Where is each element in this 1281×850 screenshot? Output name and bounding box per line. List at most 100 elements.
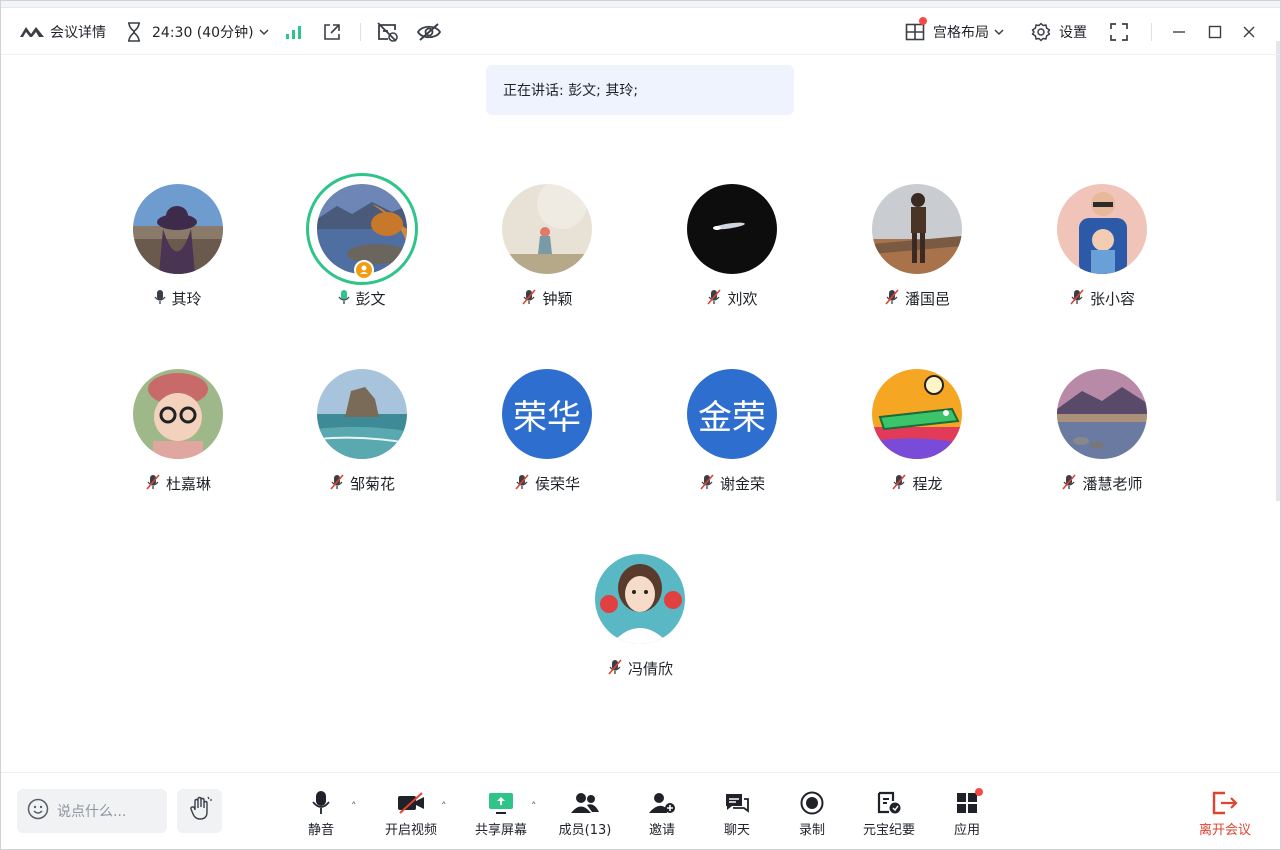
participant-tile[interactable]: 潘国邑 [826,184,1006,334]
avatar [872,184,962,274]
record-label: 录制 [798,823,825,838]
meeting-details-label: 会议详情 [50,25,106,41]
minimize-icon[interactable] [1171,21,1187,43]
participant-name: 刘欢 [641,288,823,309]
participant-tile[interactable]: 杜嘉琳 [87,369,267,519]
avatar-initials: 金荣 [687,369,777,459]
participant-tile[interactable]: 刘欢 [641,184,821,334]
participant-tile[interactable]: 潘慧老师 [1011,369,1191,519]
annotation-off-icon[interactable] [376,21,400,43]
meeting-toolbar: 说点什么... 静音 ˄ 开启视频 ˄ 共享屏幕 ˄ 成员(13) 邀请 聊天 … [1,772,1280,849]
participant-name: 张小容 [1011,288,1193,309]
host-badge-icon [354,260,374,280]
participant-name: 潘慧老师 [1011,473,1193,494]
timer-text: 24:30 (40分钟) [152,25,254,41]
participant-name: 彭文 [271,288,453,309]
participant-tile[interactable]: 荣华 侯荣华 [456,369,636,519]
participant-tile[interactable]: 钟颖 [456,184,636,334]
background-window-edge [1276,41,1280,501]
title-bar: 会议详情 24:30 (40分钟) 宫格布局 设置 [1,9,1280,55]
layout-label: 宫格布局 [933,25,989,41]
chat-button[interactable]: 聊天 [722,789,752,839]
chevron-down-icon [994,28,1004,36]
chevron-down-icon [259,28,269,36]
ai-summary-label: 元宝纪要 [862,823,915,838]
microphone-active-icon [338,289,350,309]
mute-label: 静音 [307,823,334,838]
participant-tile[interactable]: 彭文 [271,173,453,334]
layout-button[interactable]: 宫格布局 [905,17,1004,43]
apps-label: 应用 [953,823,980,838]
mute-button[interactable]: 静音 [305,789,337,839]
avatar [133,369,223,459]
background-window-strip [1,1,1280,8]
leave-meeting-label: 离开会议 [1198,823,1251,838]
chevron-up-icon[interactable]: ˄ [441,800,447,813]
share-screen-button[interactable]: 共享屏幕 [472,789,530,839]
microphone-muted-icon [514,473,530,494]
avatar [687,184,777,274]
share-screen-icon [488,789,514,817]
microphone-muted-icon [699,473,715,494]
title-separator [1151,23,1152,41]
participant-tile[interactable]: 张小容 [1011,184,1191,334]
participant-tile[interactable]: 其玲 [87,184,267,334]
invite-button[interactable]: 邀请 [647,789,677,839]
participant-tile[interactable]: 程龙 [826,369,1006,519]
members-button[interactable]: 成员(13) [557,789,613,839]
participant-tile[interactable]: 冯倩欣 [549,554,729,704]
hide-self-view-icon[interactable] [416,21,442,43]
ai-summary-icon [876,789,902,817]
avatar [502,184,592,274]
chevron-up-icon[interactable]: ˄ [351,800,357,813]
chat-label: 聊天 [723,823,750,838]
settings-button[interactable]: 设置 [1031,21,1087,43]
participant-name: 杜嘉琳 [87,473,269,494]
notification-dot [919,17,927,25]
popout-icon[interactable] [322,21,342,43]
quick-chat-input[interactable]: 说点什么... [17,789,167,833]
tencent-meeting-logo-icon [19,24,45,40]
raise-hand-icon [188,796,212,826]
notification-dot [975,788,983,796]
record-icon [800,789,824,817]
avatar-initials: 荣华 [502,369,592,459]
close-icon[interactable] [1241,21,1257,43]
microphone-muted-icon [329,473,345,494]
meeting-timer[interactable]: 24:30 (40分钟) [125,21,269,43]
raise-hand-button[interactable] [177,789,222,833]
speaking-banner: 正在讲话: 彭文; 其玲; [486,65,794,115]
start-video-label: 开启视频 [384,823,437,838]
avatar [595,554,685,644]
participant-name: 程龙 [826,473,1008,494]
leave-meeting-button[interactable]: 离开会议 [1197,789,1253,839]
microphone-muted-icon [884,288,900,309]
fullscreen-icon[interactable] [1109,21,1129,43]
microphone-muted-icon [1061,473,1077,494]
participant-tile[interactable]: 邹菊花 [271,369,451,519]
emoji-icon[interactable] [27,798,49,824]
microphone-muted-icon [521,288,537,309]
ai-summary-button[interactable]: 元宝纪要 [861,789,917,839]
apps-button[interactable]: 应用 [952,788,983,839]
participant-name: 其玲 [87,288,269,309]
record-button[interactable]: 录制 [797,789,827,839]
microphone-muted-icon [706,288,722,309]
gear-icon [1031,22,1051,42]
grid-layout-icon [905,17,927,41]
meeting-details-button[interactable]: 会议详情 [19,21,106,43]
leave-icon [1211,789,1239,817]
maximize-icon[interactable] [1207,21,1223,43]
title-separator [360,23,361,41]
start-video-button[interactable]: 开启视频 [382,789,440,839]
video-off-icon [397,789,425,817]
chevron-up-icon[interactable]: ˄ [531,800,537,813]
participant-tile[interactable]: 金荣 谢金荣 [641,369,821,519]
members-icon [570,789,600,817]
participant-name: 谢金荣 [641,473,823,494]
signal-strength-icon[interactable] [285,21,303,43]
microphone-icon [311,789,331,817]
avatar [872,369,962,459]
avatar [317,369,407,459]
settings-label: 设置 [1059,25,1087,41]
